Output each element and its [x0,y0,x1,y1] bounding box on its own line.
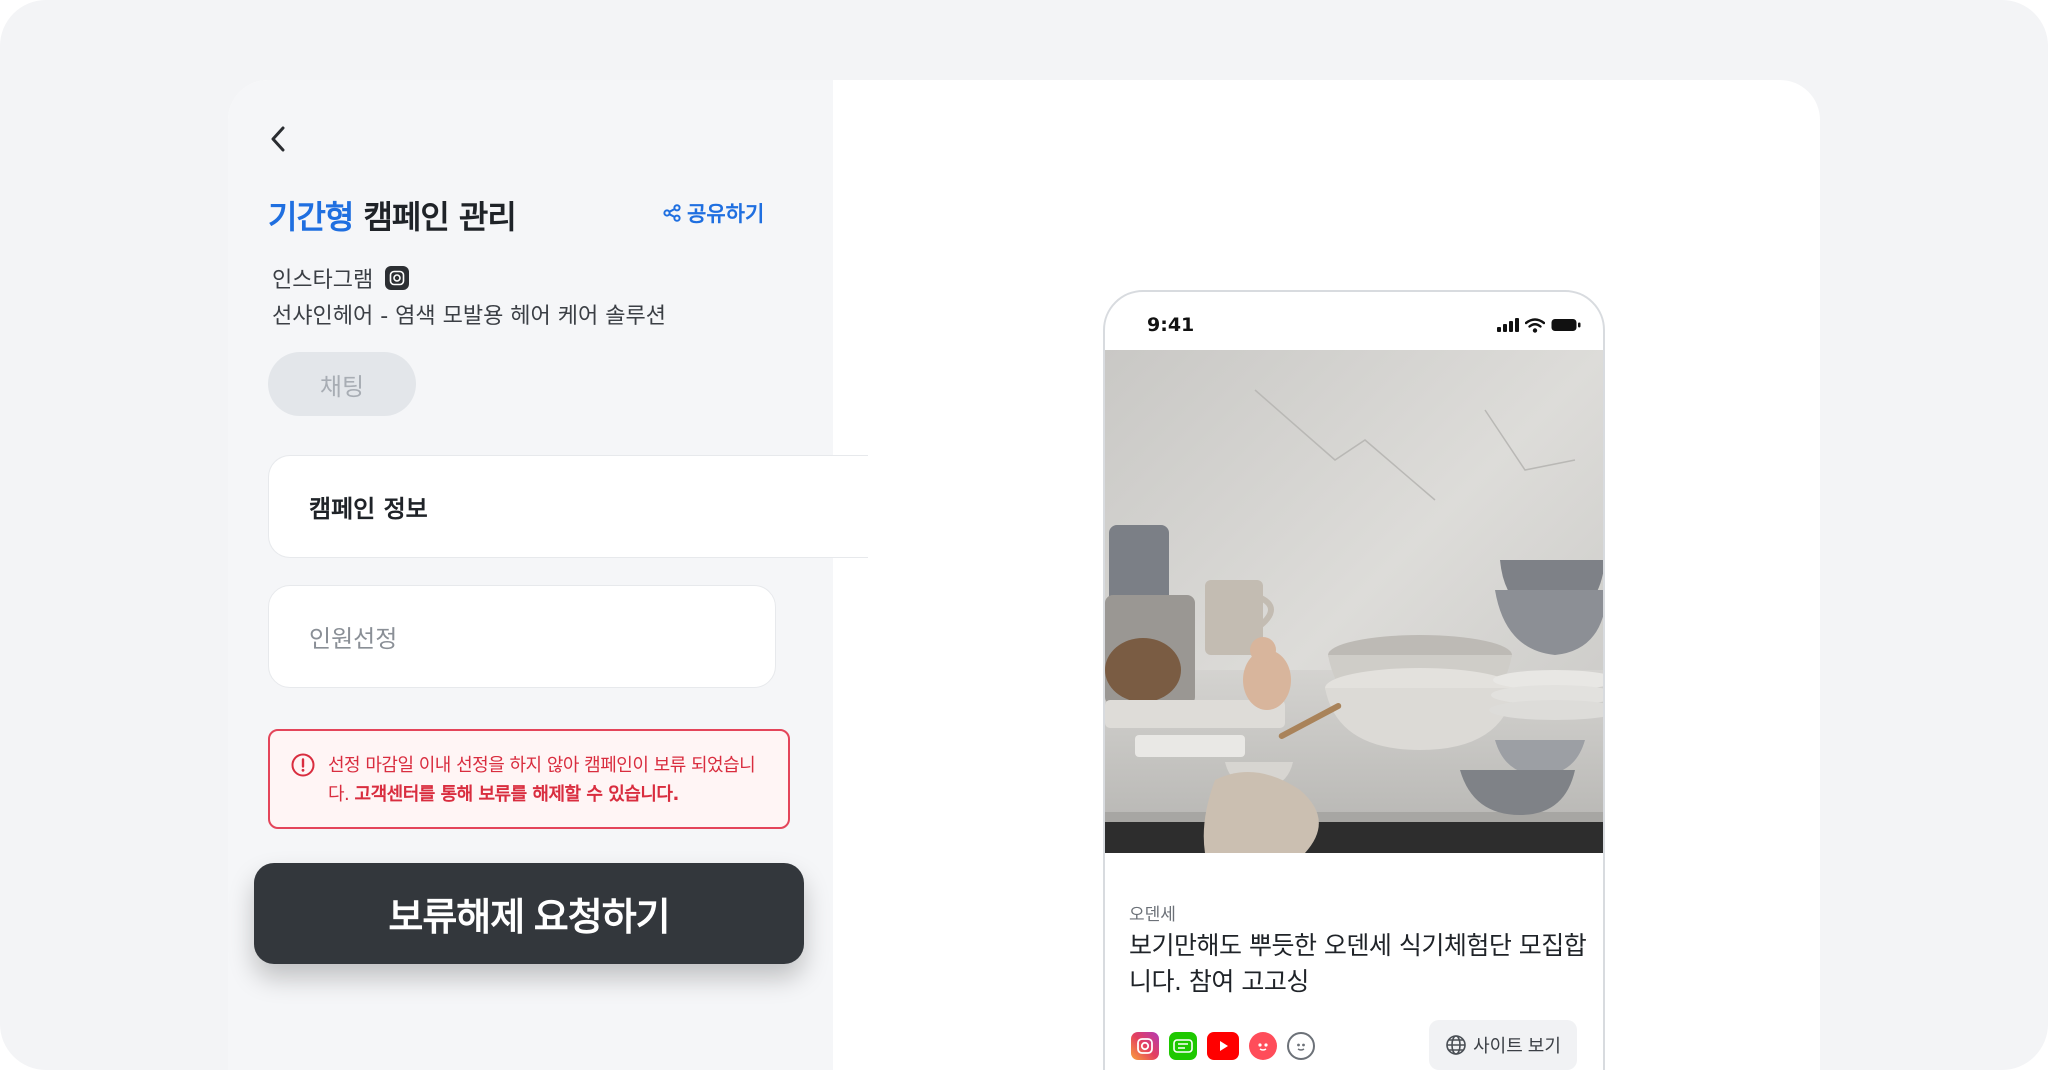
hold-alert: 선정 마감일 이내 선정을 하지 않아 캠페인이 보류 되었습니다. 고객센터를… [268,729,790,829]
red-face-icon [1249,1032,1277,1060]
social-channels [1131,1032,1315,1060]
platform-row: 인스타그램 [272,262,410,294]
title-accent: 기간형 [268,198,354,236]
app-background: 기간형 캠페인 관리 공유하기 인스타그램 선샤인헤어 - 염색 모발용 헤어 … [0,0,2048,1070]
campaign-panel: 기간형 캠페인 관리 공유하기 인스타그램 선샤인헤어 - 염색 모발용 헤어 … [228,80,868,1070]
product-photo [1105,350,1603,853]
brand-name: 오덴세 [1129,905,1176,925]
campaign-info-card[interactable]: 캠페인 정보 [268,455,868,558]
view-site-label: 사이트 보기 [1473,1036,1561,1056]
globe-icon [1446,1035,1466,1055]
release-hold-request-button[interactable]: 보류해제 요청하기 [254,863,804,964]
view-site-button[interactable]: 사이트 보기 [1429,1020,1577,1070]
back-button[interactable] [264,124,292,154]
status-bar: 9:41 [1105,292,1603,350]
campaign-name: 선샤인헤어 - 염색 모발용 헤어 케어 솔루션 [272,304,666,329]
member-selection-card[interactable]: 인원선정 [268,585,776,688]
wifi-icon [1525,317,1545,333]
face-icon [1287,1032,1315,1060]
phone-preview: 9:41 오덴세 보기만해도 뿌듯한 오덴세 식기체험단 모집합니다. 참여 고… [1103,290,1605,1070]
title-rest: 캠페인 관리 [353,198,516,236]
chevron-left-icon [271,126,285,152]
status-time: 9:41 [1147,314,1195,336]
main-card: 기간형 캠페인 관리 공유하기 인스타그램 선샤인헤어 - 염색 모발용 헤어 … [228,80,1820,1070]
cellular-signal-icon [1497,318,1519,332]
chat-button[interactable]: 채팅 [268,352,416,416]
share-icon [663,204,681,222]
alert-circle-icon [291,753,315,777]
alert-message: 선정 마감일 이내 선정을 하지 않아 캠페인이 보류 되었습니다. 고객센터를… [328,751,768,827]
blog-icon [1169,1032,1197,1060]
platform-label: 인스타그램 [272,268,374,293]
share-label: 공유하기 [687,202,765,226]
page-title: 기간형 캠페인 관리 [268,192,517,238]
youtube-icon [1207,1032,1239,1060]
alert-text-bold: 고객센터를 통해 보류를 해제할 수 있습니다. [354,784,680,805]
instagram-icon [1131,1032,1159,1060]
battery-icon [1551,319,1581,331]
share-button[interactable]: 공유하기 [663,198,764,228]
instagram-icon [385,266,410,290]
post-title: 보기만해도 뿌듯한 오덴세 식기체험단 모집합니다. 참여 고고싱 [1129,931,1587,996]
